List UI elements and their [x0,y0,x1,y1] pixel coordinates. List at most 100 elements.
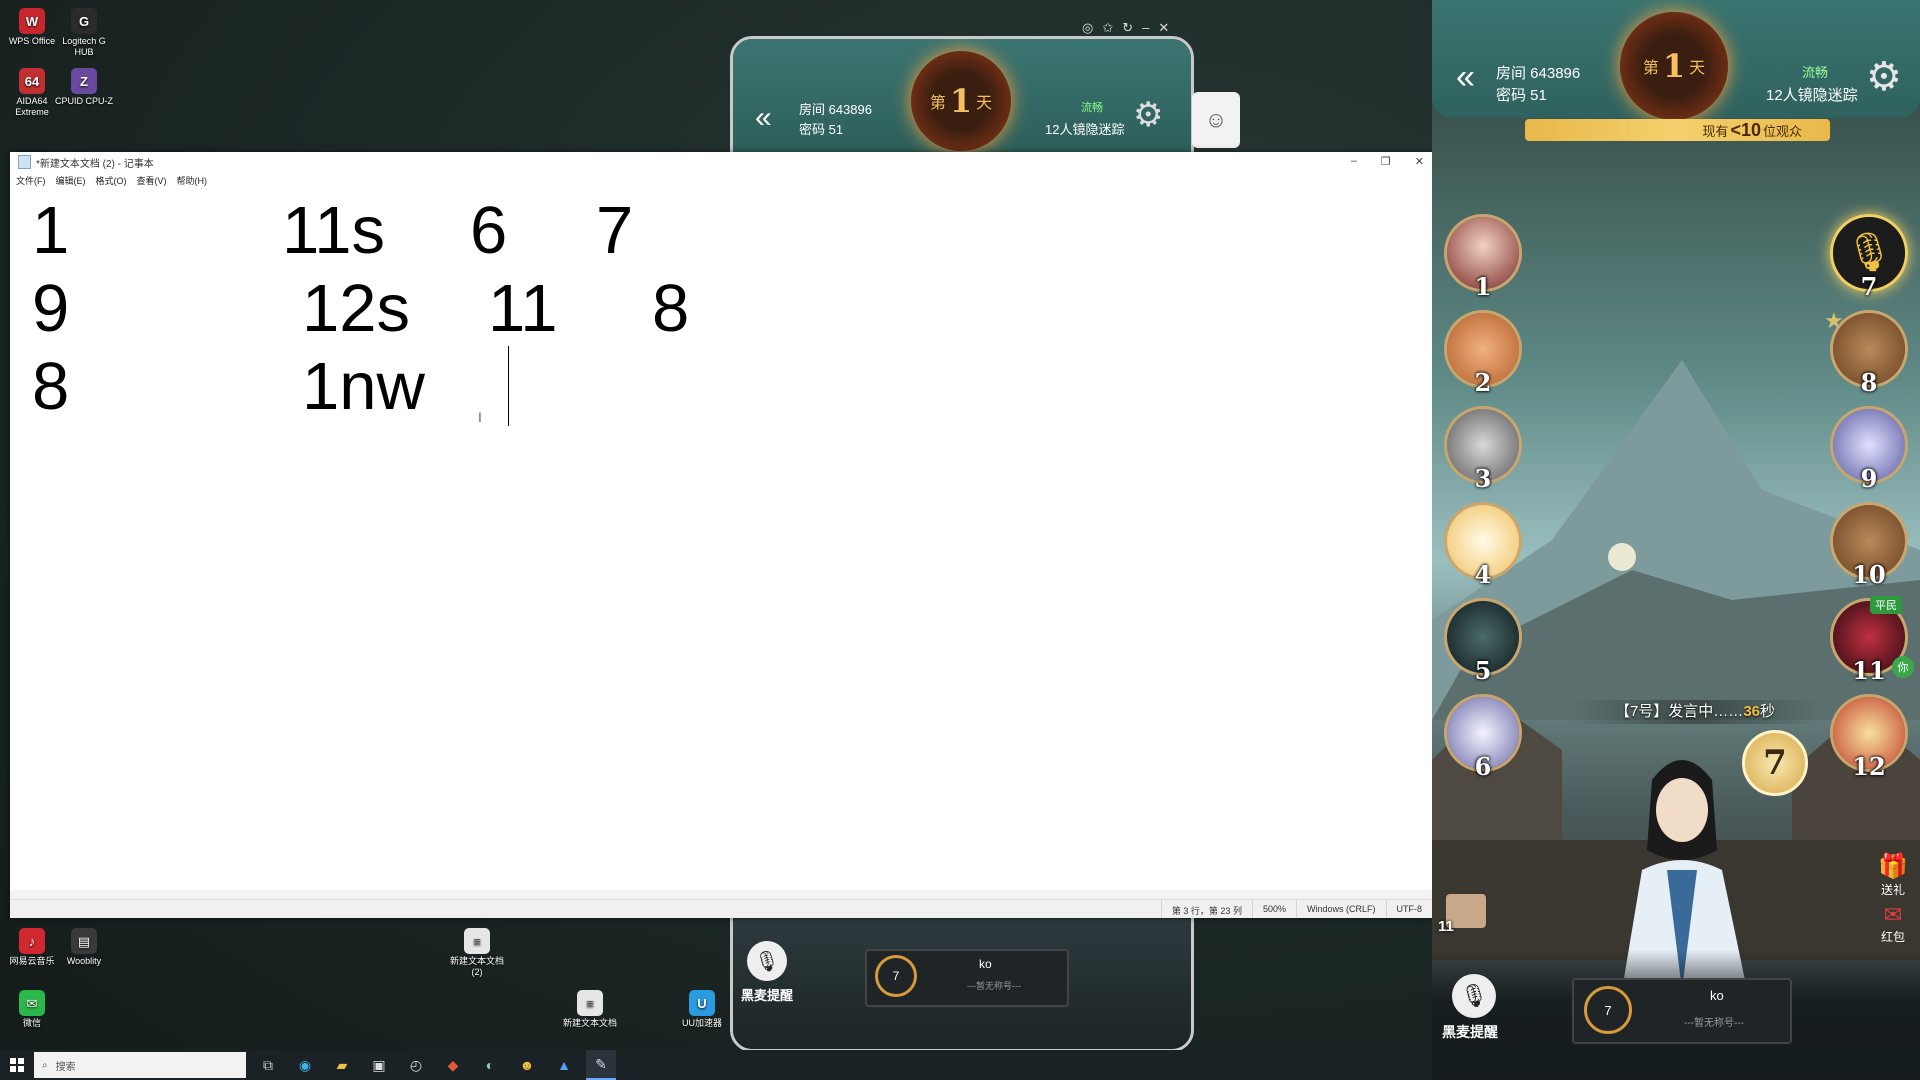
rotate-icon[interactable]: ↻ [1122,20,1133,36]
photo-icon[interactable]: ▲ [549,1050,579,1080]
signal-status: 流畅 [1081,102,1103,114]
status-bar: 第 3 行，第 23 列 500% Windows (CRLF) UTF-8 [10,899,1432,918]
seat-number: 12 [1852,752,1886,781]
desktop-icon-label: Wooblity [66,956,102,966]
menu-bar: 文件(F) 编辑(E) 格式(O) 查看(V) 帮助(H) [10,172,1432,189]
desktop-icon-logitech[interactable]: G Logitech G HUB [52,8,116,58]
notepad-window: *新建文本文档 (2) - 记事本 – ❐ ✕ 文件(F) 编辑(E) 格式(O… [10,152,1432,918]
text-editor[interactable]: 1 11s 6 7 9 12s 11 8 8 1nw I [20,192,1432,892]
record-icon[interactable]: ◎ [1082,20,1093,36]
wps-icon: W [19,8,45,34]
store-icon[interactable]: ▣ [364,1050,394,1080]
role-badge: 平民 [1870,596,1902,614]
notepad-taskbar-icon[interactable]: ✎ [586,1050,616,1080]
ibeam-cursor: I [478,409,482,425]
game-mode: 12人镜隐迷踪 [1766,87,1858,104]
desktop-icon-label: 微信 [22,1018,41,1028]
text-caret [508,346,509,426]
mic-label: 黑麦提醒 [1442,1024,1498,1040]
player-name: ko [1710,988,1724,1003]
assistant-float-icon[interactable]: ☺ [1192,92,1240,148]
text-file-icon: ≡ [577,990,603,1016]
mic-toggle[interactable]: 🎙 [1452,974,1496,1018]
speech-banner: 【7号】发言中……36秒 [1570,700,1820,724]
close-icon[interactable]: ✕ [1158,20,1169,36]
seat-number: 4 [1474,560,1492,589]
mirror-window-controls: ◎ ✩ ↻ – ✕ [1082,20,1169,36]
desktop-icon-cpuz[interactable]: Z CPUID CPU-Z [52,68,116,107]
minimize-button[interactable]: – [1351,155,1357,168]
cursor-position: 第 3 行，第 23 列 [1160,900,1252,918]
player-count: 11 [1438,918,1454,935]
desktop-icon-label: UU加速器 [682,1018,722,1028]
encoding: UTF-8 [1385,900,1433,918]
start-button[interactable] [0,1050,34,1080]
mini-bottom-panel: 🎙 黑麦提醒 7 ko ---暂无称号--- [733,919,1191,1049]
gear-icon[interactable]: ⚙ [1133,95,1163,135]
seat-number: 11 [1852,656,1886,685]
gear-icon[interactable]: ⚙ [1866,54,1902,100]
seat-number: 8 [1860,368,1878,397]
notepad-icon [18,155,31,169]
taskbar: ⌕ 搜索 ⧉ ◉ ▰ ▣ ◴ ◆ ◐ ☻ ▲ ✎ [0,1050,1432,1080]
back-icon[interactable]: « [1456,58,1475,97]
zoom-level: 500% [1251,900,1296,918]
menu-edit[interactable]: 编辑(E) [56,174,86,187]
search-placeholder: 搜索 [55,1061,76,1073]
back-icon[interactable]: « [755,101,772,135]
close-button[interactable]: ✕ [1415,155,1424,168]
seat-number: 9 [1860,464,1878,493]
desktop-icon-wechat[interactable]: ✉ 微信 [0,990,64,1029]
menu-file[interactable]: 文件(F) [16,174,46,187]
logitech-icon: G [71,8,97,34]
desktop-icon-label: CPUID CPU-Z [55,96,113,106]
room-number: 房间 643896 [1496,65,1581,82]
room-password: 密码 51 [799,122,844,137]
wooblity-icon: ▤ [71,928,97,954]
pin-icon[interactable]: ✩ [1102,20,1113,36]
desktop-icon-wooblity[interactable]: ▤ Wooblity [52,928,116,967]
desktop-icon-textfile-2[interactable]: ≡ 新建文本文档 (2) [445,928,509,978]
game-mode: 12人镜隐迷踪 [1045,122,1125,137]
notepad-title: *新建文本文档 (2) - 记事本 [36,158,154,170]
menu-view[interactable]: 查看(V) [137,174,167,187]
menu-help[interactable]: 帮助(H) [177,174,208,187]
gift-label: 送礼 [1880,883,1905,897]
turn-timer: 7 [1584,986,1632,1034]
red-packet-button[interactable]: ✉ 红包 [1870,902,1916,945]
menu-format[interactable]: 格式(O) [96,174,127,187]
task-view-icon[interactable]: ⧉ [253,1050,283,1080]
seat-number: 2 [1474,368,1492,397]
desktop-icon-textfile[interactable]: ≡ 新建文本文档 [558,990,622,1029]
gift-button[interactable]: 🎁 送礼 [1870,852,1916,898]
observer-count-bar[interactable]: 现有 <10 位观众 [1525,119,1830,141]
game-bottom-panel: 🎙 黑麦提醒 7 ko ---暂无称号--- [1432,950,1920,1080]
red-packet-icon: ✉ [1883,902,1903,927]
steam-icon[interactable]: ◐ [475,1050,505,1080]
day-badge: 第1天 [1620,12,1728,120]
file-explorer-icon[interactable]: ▰ [327,1050,357,1080]
player-card[interactable]: 7 ko ---暂无称号--- [1572,978,1792,1044]
uu-accelerator-icon: U [689,990,715,1016]
netease-music-icon: ♪ [19,928,45,954]
mic-icon[interactable]: 🎙 [747,941,787,981]
taskbar-search[interactable]: ⌕ 搜索 [34,1052,246,1078]
maximize-button[interactable]: ❐ [1381,155,1391,168]
desktop-icon-label: 新建文本文档 [562,1018,617,1028]
notepad-titlebar: *新建文本文档 (2) - 记事本 – ❐ ✕ [10,152,1432,172]
app-icon[interactable]: ☻ [512,1050,542,1080]
signal-status: 流畅 [1802,65,1829,80]
clock-icon[interactable]: ◴ [401,1050,431,1080]
player-title: ---暂无称号--- [1684,1018,1744,1029]
game-icon[interactable]: ◆ [438,1050,468,1080]
desktop-icon-uu[interactable]: U UU加速器 [670,990,734,1029]
red-packet-label: 红包 [1880,930,1905,944]
room-number: 房间 643896 [799,102,872,117]
seat-number: 3 [1474,464,1492,493]
edge-icon[interactable]: ◉ [290,1050,320,1080]
player-card[interactable]: 7 ko ---暂无称号--- [865,949,1069,1007]
seat-number: 10 [1852,560,1886,589]
game-screen: « 房间 643896 密码 51 流畅 12人镜隐迷踪 ⚙ 第1天 现有 <10… [1432,0,1920,1080]
text-file-icon: ≡ [464,928,490,954]
minimize-icon[interactable]: – [1142,20,1149,36]
